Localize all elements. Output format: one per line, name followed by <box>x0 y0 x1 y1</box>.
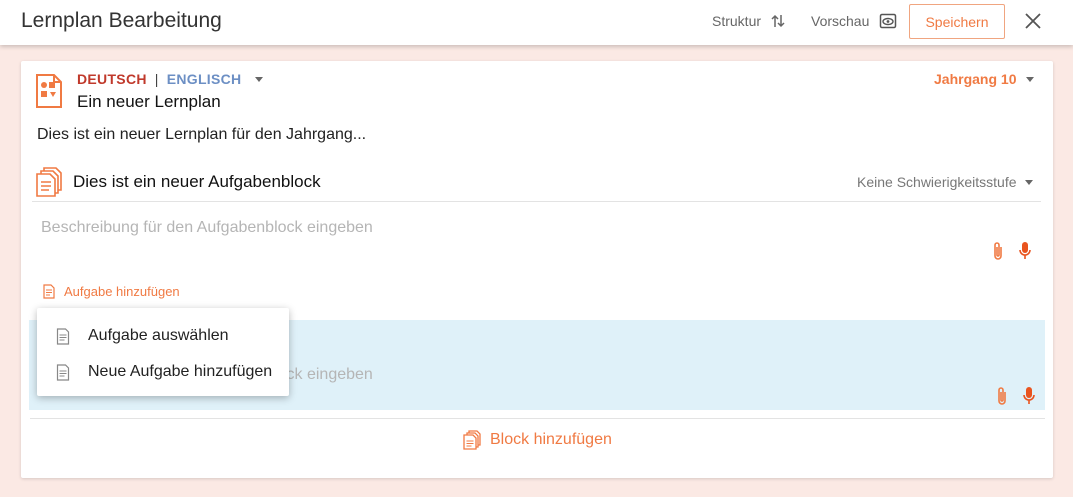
block-stack-icon <box>463 430 481 450</box>
menu-item-label: Aufgabe auswählen <box>88 327 229 344</box>
lang-primary: DEUTSCH <box>77 71 147 87</box>
task-doc-icon <box>43 284 55 299</box>
struktur-button[interactable]: Struktur <box>712 13 785 29</box>
lang-secondary: ENGLISCH <box>166 71 242 87</box>
grade-label: Jahrgang 10 <box>934 71 1017 87</box>
difficulty-selector[interactable]: Keine Schwierigkeitsstufe <box>857 174 1033 190</box>
menu-item-select-task[interactable]: Aufgabe auswählen <box>37 318 289 354</box>
vorschau-label: Vorschau <box>811 13 870 29</box>
plan-description[interactable]: Dies ist ein neuer Lernplan für den Jahr… <box>37 126 366 144</box>
add-block-label: Block hinzufügen <box>490 431 612 448</box>
lernplan-card: DEUTSCH | ENGLISCH Ein neuer Lernplan Ja… <box>21 61 1053 478</box>
chevron-down-icon <box>1024 179 1033 185</box>
top-bar: Lernplan Bearbeitung Struktur Vorschau S… <box>0 0 1073 45</box>
save-button[interactable]: Speichern <box>909 4 1005 39</box>
task-doc-icon <box>56 327 70 345</box>
swap-vertical-icon <box>771 14 785 28</box>
microphone-icon[interactable] <box>1018 241 1032 261</box>
add-task-button[interactable]: Aufgabe hinzufügen <box>43 284 180 299</box>
task-doc-icon <box>56 363 70 381</box>
grade-selector[interactable]: Jahrgang 10 <box>934 71 1035 87</box>
block-stack-icon <box>36 167 62 197</box>
page-title: Lernplan Bearbeitung <box>21 9 222 32</box>
vorschau-button[interactable]: Vorschau <box>811 13 897 29</box>
eye-icon <box>880 13 897 29</box>
divider <box>32 201 1041 202</box>
menu-item-new-task[interactable]: Neue Aufgabe hinzufügen <box>37 354 289 390</box>
microphone-icon[interactable] <box>1022 386 1036 406</box>
language-selector[interactable]: DEUTSCH | ENGLISCH <box>77 71 264 87</box>
close-icon[interactable] <box>1022 9 1044 33</box>
paperclip-icon[interactable] <box>991 241 1005 261</box>
lernplan-doc-icon <box>36 74 62 108</box>
add-task-label: Aufgabe hinzufügen <box>64 284 180 299</box>
block-description-input[interactable] <box>32 213 972 243</box>
difficulty-label: Keine Schwierigkeitsstufe <box>857 174 1017 190</box>
divider <box>30 418 1045 419</box>
lang-separator: | <box>154 71 159 87</box>
add-block-button[interactable]: Block hinzufügen <box>463 430 612 450</box>
block-title[interactable]: Dies ist ein neuer Aufgabenblock <box>73 172 321 192</box>
menu-item-label: Neue Aufgabe hinzufügen <box>88 363 273 380</box>
paperclip-icon[interactable] <box>995 386 1009 406</box>
struktur-label: Struktur <box>712 13 762 29</box>
add-task-menu: Aufgabe auswählen Neue Aufgabe hinzufüge… <box>37 308 289 396</box>
chevron-down-icon[interactable] <box>255 77 264 82</box>
plan-title[interactable]: Ein neuer Lernplan <box>77 92 221 112</box>
chevron-down-icon <box>1026 76 1035 82</box>
